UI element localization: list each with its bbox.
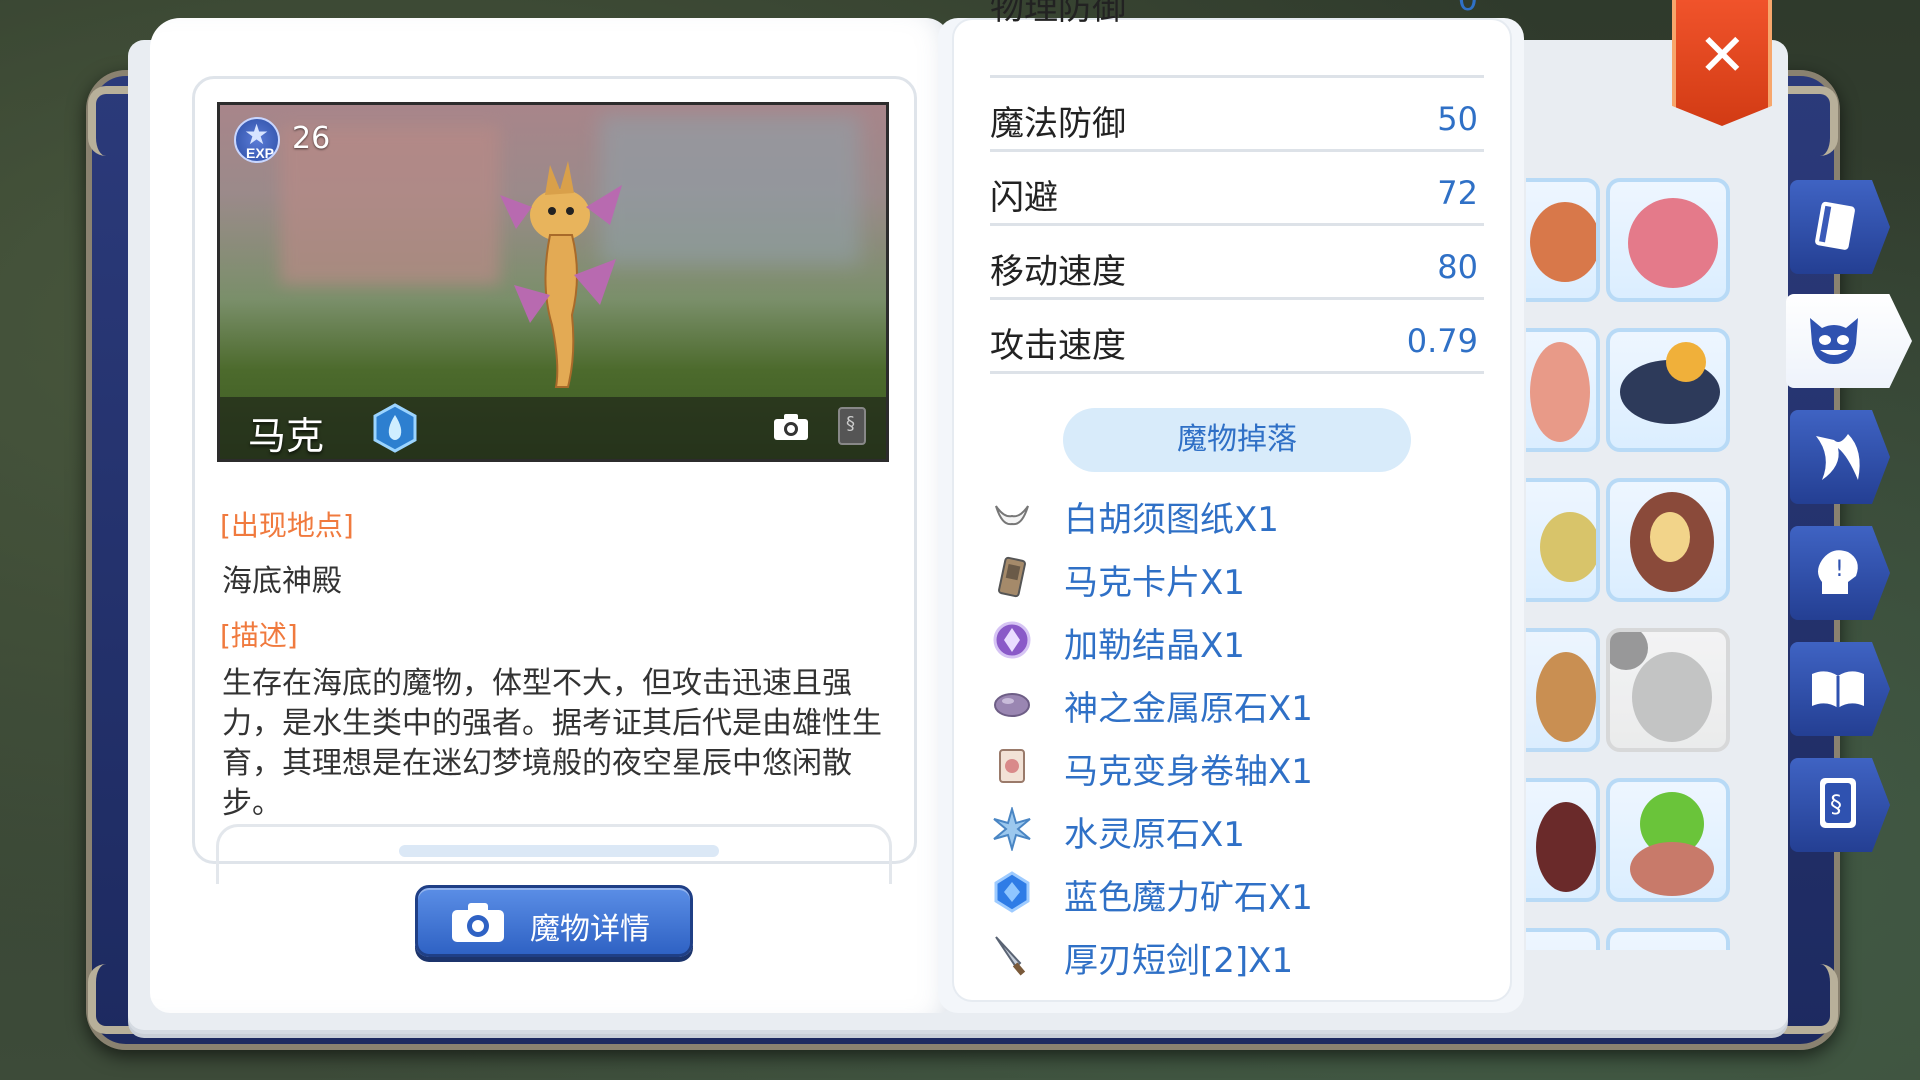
monster-grid-cell[interactable] (1606, 928, 1730, 950)
monster-detail-button[interactable]: 魔物详情 (415, 885, 693, 957)
monster-grid-cell[interactable] (1526, 628, 1600, 752)
monster-detail-label: 魔物详情 (530, 912, 650, 947)
drop-item[interactable]: 厚刃短剑[2]X1 (990, 927, 1460, 985)
stat-label: 闪避 (990, 178, 1058, 218)
portrait-footer: 马克 § (220, 397, 886, 459)
drop-item-name: 白胡须图纸X1 (1064, 500, 1279, 540)
camera-icon (452, 903, 504, 942)
drops-header[interactable]: 魔物掉落 (1063, 408, 1411, 472)
monster-portrait: ★ EXP 26 马克 § (217, 102, 889, 462)
tab-claw[interactable] (1790, 410, 1890, 504)
stat-value: 0.79 (1406, 322, 1478, 360)
svg-text:!: ! (1835, 557, 1844, 582)
svg-text:§: § (1830, 790, 1842, 818)
drop-item-name: 蓝色魔力矿石X1 (1064, 878, 1313, 918)
stat-row: 魔法防御 50 (990, 78, 1484, 152)
stat-row: 攻击速度 0.79 (990, 300, 1484, 374)
monster-grid-cell[interactable] (1606, 778, 1730, 902)
monster-grid-cell-locked[interactable] (1606, 628, 1730, 752)
stat-label: 物理防御 (990, 0, 1126, 28)
drop-item[interactable]: 马克变身卷轴X1 (990, 738, 1460, 796)
monster-name: 马克 (248, 414, 325, 458)
stat-label: 魔法防御 (990, 104, 1126, 144)
drop-item[interactable]: 加勒结晶X1 (990, 612, 1460, 670)
exp-value: 26 (292, 121, 331, 156)
beard-icon (995, 505, 1029, 526)
description-text: 生存在海底的魔物，体型不大，但攻击迅速且强力，是水生类中的强者。据考证其后代是由… (222, 666, 882, 821)
close-icon: ✕ (1698, 21, 1747, 89)
stat-label: 移动速度 (990, 252, 1126, 292)
stat-row: 物理防御 0 (990, 0, 1484, 78)
open-book-icon (1812, 671, 1864, 708)
crystal-icon (993, 621, 1031, 659)
stat-row: 闪避 72 (990, 152, 1484, 226)
drop-item-name: 水灵原石X1 (1064, 815, 1245, 855)
camera-icon[interactable] (772, 412, 810, 442)
drop-item[interactable]: 水灵原石X1 (990, 801, 1460, 859)
blue-gem-icon (994, 871, 1030, 913)
stat-label: 攻击速度 (990, 326, 1126, 366)
card-tab-icon: § (1820, 778, 1856, 828)
drop-item-name: 马克卡片X1 (1064, 563, 1245, 603)
ore-icon (994, 693, 1030, 717)
tab-monsters[interactable] (1786, 294, 1912, 388)
dagger-icon (995, 936, 1026, 976)
monster-grid-cell[interactable] (1526, 928, 1600, 950)
drop-item[interactable]: 白胡须图纸X1 (990, 486, 1460, 544)
drop-item-name: 加勒结晶X1 (1064, 626, 1245, 666)
scroll-icon (999, 749, 1025, 783)
monster-grid-cell[interactable] (1606, 328, 1730, 452)
stat-value: 50 (1437, 100, 1478, 138)
monster-card-icon[interactable]: § (838, 407, 866, 445)
monster-grid-cell[interactable] (1526, 478, 1600, 602)
stat-row: 移动速度 80 (990, 226, 1484, 300)
stat-value: 0 (1458, 0, 1478, 18)
tab-items-book[interactable] (1790, 180, 1890, 274)
book-icon (1815, 201, 1855, 250)
water-stone-icon (993, 807, 1031, 851)
stat-value: 72 (1437, 174, 1478, 212)
monster-grid-cell[interactable] (1526, 778, 1600, 902)
drop-item-name: 马克变身卷轴X1 (1064, 752, 1313, 792)
drop-item[interactable]: 蓝色魔力矿石X1 (990, 864, 1460, 922)
monster-grid-cell[interactable] (1606, 478, 1730, 602)
exp-label: EXP (245, 145, 274, 161)
card-icon (998, 556, 1026, 598)
location-value: 海底神殿 (222, 564, 342, 599)
monster-grid-cell[interactable] (1606, 178, 1730, 302)
drop-item-name: 神之金属原石X1 (1064, 689, 1313, 729)
close-button[interactable]: ✕ (1672, 0, 1772, 126)
monster-grid (1526, 160, 1752, 950)
drop-item[interactable]: 马克卡片X1 (990, 549, 1460, 607)
monster-grid-cell[interactable] (1526, 178, 1600, 302)
drop-item-name: 厚刃短剑[2]X1 (1064, 941, 1294, 981)
water-element-icon (373, 403, 417, 453)
exp-badge: ★ EXP (234, 117, 280, 163)
stat-value: 80 (1437, 248, 1478, 286)
tab-cards[interactable]: § (1790, 758, 1890, 852)
tab-open-book[interactable] (1790, 642, 1890, 736)
claw-icon (1816, 434, 1860, 480)
monster-face-icon (1810, 318, 1858, 364)
monster-grid-cell[interactable] (1526, 328, 1600, 452)
tab-npc[interactable]: ! (1790, 526, 1890, 620)
location-label: [出现地点] (220, 509, 354, 542)
npc-head-icon: ! (1818, 550, 1858, 594)
seahorse-monster-image (500, 161, 622, 388)
scroll-hint-frame (216, 824, 892, 884)
description-label: [描述] (220, 619, 298, 652)
drop-item[interactable]: 神之金属原石X1 (990, 675, 1460, 733)
